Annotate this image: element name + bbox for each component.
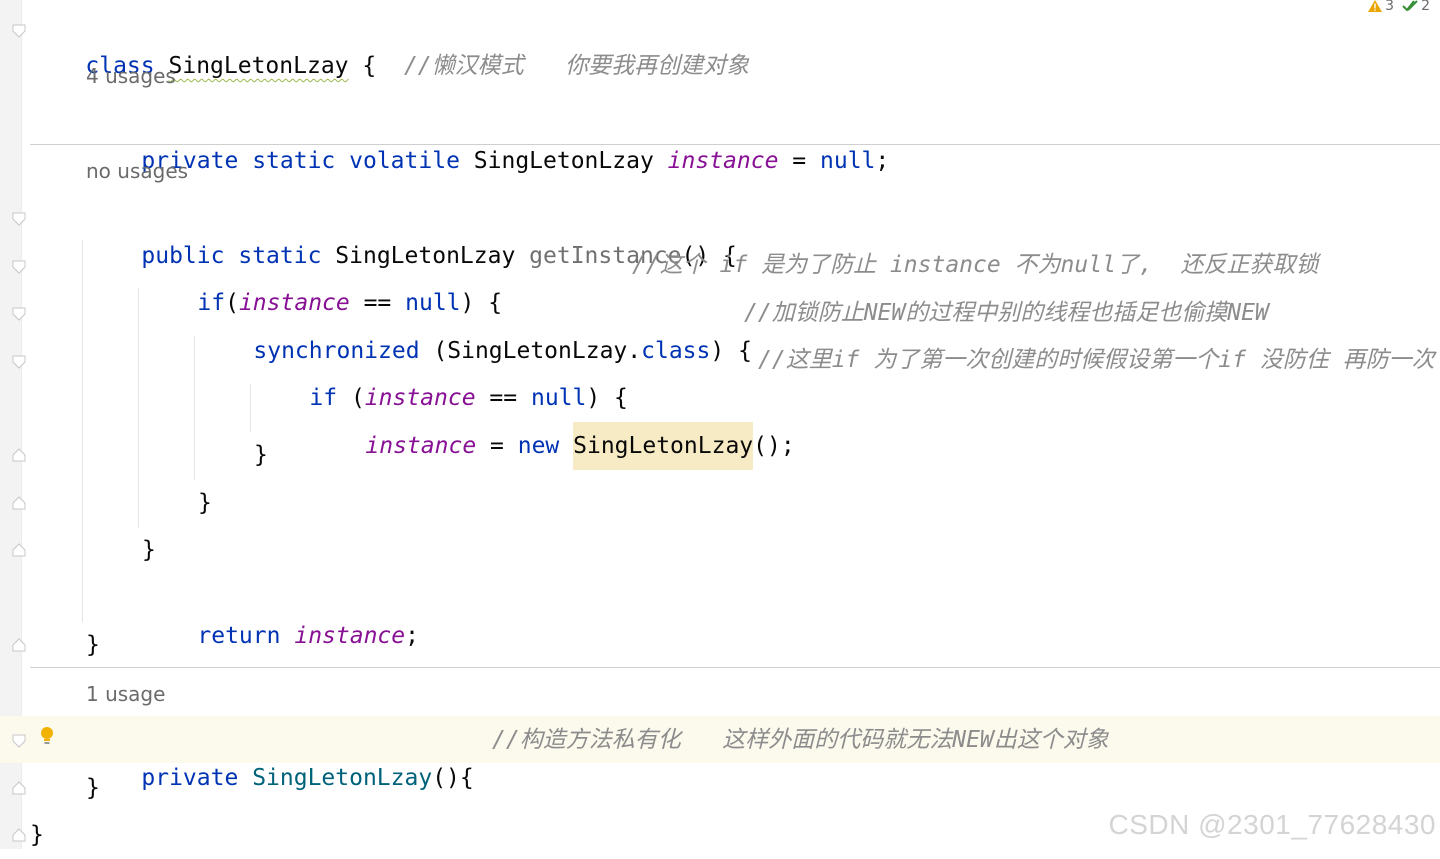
code-line[interactable]: } bbox=[0, 526, 1440, 574]
comment: //这里if 为了第一次创建的时候假设第一个if 没防住 再防一次 bbox=[758, 347, 1435, 373]
usages-hint[interactable]: 4 usages bbox=[86, 62, 176, 90]
code-line[interactable]: instance = new SingLetonLzay(); bbox=[0, 384, 1440, 470]
code-line[interactable]: private static volatile SingLetonLzay in… bbox=[0, 99, 1440, 174]
code-line[interactable]: private SingLetonLzay(){ //构造方法私有化 这样外面的… bbox=[0, 716, 1440, 791]
closing-brace: } bbox=[86, 632, 100, 658]
comment: //这个 if 是为了防止 instance 不为null了, 还反正获取锁 bbox=[632, 252, 1319, 278]
closing-brace: } bbox=[198, 490, 212, 516]
closing-brace: } bbox=[142, 537, 156, 563]
code-line[interactable]: class SingLetonLzay { //懒汉模式 你要我再创建对象 bbox=[0, 4, 1440, 79]
code-line[interactable]: return instance; bbox=[0, 574, 1440, 649]
code-line[interactable]: } bbox=[0, 431, 1440, 479]
code-line[interactable]: } bbox=[0, 621, 1440, 669]
watermark: CSDN @2301_77628430 bbox=[1108, 809, 1436, 840]
comment: //加锁防止NEW的过程中别的线程也插足也偷摸NEW bbox=[744, 300, 1269, 326]
closing-brace: } bbox=[254, 442, 268, 468]
code-line[interactable]: public static SingLetonLzay getInstance(… bbox=[0, 194, 1440, 269]
code-line[interactable]: } bbox=[0, 764, 1440, 812]
comment: //构造方法私有化 这样外面的代码就无法NEW出这个对象 bbox=[492, 727, 1109, 753]
code-line[interactable]: synchronized (SingLetonLzay.class) { //加… bbox=[0, 289, 1440, 364]
code-vision-hint[interactable]: 4 usages bbox=[0, 52, 1440, 100]
usages-hint[interactable]: no usages bbox=[86, 157, 188, 185]
closing-brace: } bbox=[86, 775, 100, 801]
closing-brace: } bbox=[30, 822, 44, 848]
usages-hint[interactable]: 1 usage bbox=[86, 680, 165, 708]
code-vision-hint[interactable]: 1 usage bbox=[0, 670, 1440, 718]
code-vision-hint[interactable]: no usages bbox=[0, 147, 1440, 195]
code-line[interactable]: if(instance == null) { //这个 if 是为了防止 ins… bbox=[0, 241, 1440, 316]
code-line[interactable]: } bbox=[0, 479, 1440, 527]
code-line[interactable]: if (instance == null) { //这里if 为了第一次创建的时… bbox=[0, 336, 1440, 411]
